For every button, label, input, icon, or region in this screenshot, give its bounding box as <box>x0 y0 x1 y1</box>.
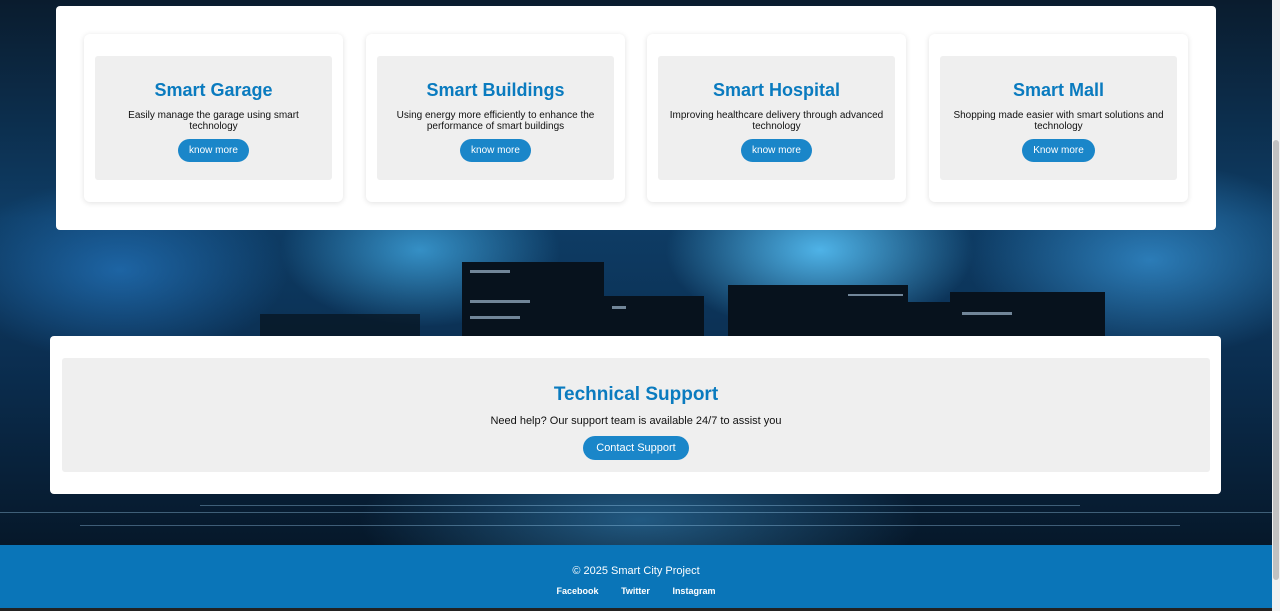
instagram-link[interactable]: Instagram <box>672 586 715 596</box>
copyright-text: © 2025 Smart City Project <box>572 565 700 577</box>
service-card-description: Using energy more efficiently to enhance… <box>396 110 595 132</box>
service-card-description: Easily manage the garage using smart tec… <box>128 110 299 132</box>
service-card-title: Smart Hospital <box>712 80 841 100</box>
know-more-button[interactable]: know more <box>178 139 249 162</box>
twitter-link[interactable]: Twitter <box>621 586 650 596</box>
service-card-description: Improving healthcare delivery through ad… <box>669 110 884 132</box>
service-card-content: Smart Hospital Improving healthcare deli… <box>658 56 895 180</box>
support-description: Need help? Our support team is available… <box>490 415 782 427</box>
page-scrollbar[interactable] <box>1272 0 1280 611</box>
service-card-content: Smart Garage Easily manage the garage us… <box>95 56 332 180</box>
service-card-content: Smart Buildings Using energy more effici… <box>377 56 614 180</box>
service-card-smart-buildings: Smart Buildings Using energy more effici… <box>366 34 625 202</box>
social-links: Facebook Twitter Instagram <box>0 586 1272 596</box>
support-title: Technical Support <box>553 384 719 405</box>
know-more-button[interactable]: know more <box>741 139 812 162</box>
service-card-smart-mall: Smart Mall Shopping made easier with sma… <box>929 34 1188 202</box>
site-footer: © 2025 Smart City Project Facebook Twitt… <box>0 545 1272 608</box>
facebook-link[interactable]: Facebook <box>557 586 599 596</box>
scrollbar-thumb[interactable] <box>1273 140 1279 580</box>
service-card-smart-hospital: Smart Hospital Improving healthcare deli… <box>647 34 906 202</box>
service-card-title: Smart Mall <box>1012 80 1105 100</box>
service-card-content: Smart Mall Shopping made easier with sma… <box>940 56 1177 180</box>
know-more-button[interactable]: know more <box>460 139 531 162</box>
technical-support-panel: Technical Support Need help? Our support… <box>50 336 1221 494</box>
technical-support-content: Technical Support Need help? Our support… <box>62 358 1210 472</box>
service-card-smart-garage: Smart Garage Easily manage the garage us… <box>84 34 343 202</box>
service-card-title: Smart Garage <box>154 80 273 100</box>
contact-support-button[interactable]: Contact Support <box>583 436 689 460</box>
service-card-description: Shopping made easier with smart solution… <box>953 110 1164 132</box>
services-panel: Smart Garage Easily manage the garage us… <box>56 6 1216 230</box>
know-more-button[interactable]: Know more <box>1022 139 1095 162</box>
service-card-title: Smart Buildings <box>426 80 565 100</box>
